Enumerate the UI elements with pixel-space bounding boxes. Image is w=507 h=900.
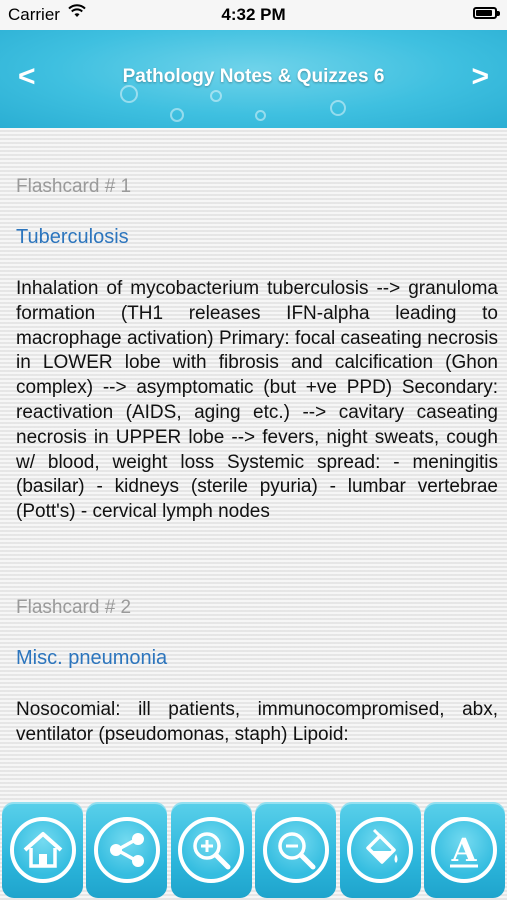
clock: 4:32 PM <box>221 5 286 24</box>
battery-fill <box>476 10 492 16</box>
flashcard-title: Misc. pneumonia <box>16 646 168 669</box>
battery-icon <box>473 7 500 19</box>
zoom-out-button[interactable] <box>255 802 337 898</box>
zoom-out-icon <box>262 817 329 883</box>
page-title: Pathology Notes & Quizzes 6 <box>122 66 385 87</box>
paint-bucket-icon <box>347 817 414 883</box>
share-button[interactable] <box>86 802 168 898</box>
share-icon <box>93 817 160 883</box>
flashcard-number: Flashcard # 1 <box>16 176 132 197</box>
decor-bubble <box>255 110 266 121</box>
theme-color-button[interactable] <box>339 802 421 898</box>
flashcard: Flashcard # 2 Misc. pneumonia Nosocomial… <box>16 597 498 748</box>
zoom-in-icon <box>178 817 245 883</box>
flashcard-body: Nosocomial: ill patients, immunocompromi… <box>16 698 498 745</box>
nav-header: < Pathology Notes & Quizzes 6 > <box>0 30 507 128</box>
status-bar: Carrier 4:32 PM <box>0 0 507 30</box>
flashcard-title: Tuberculosis <box>16 226 129 248</box>
flashcard-list[interactable]: Flashcard # 1 Tuberculosis Inhalation of… <box>16 176 498 798</box>
font-icon: A <box>431 817 498 883</box>
decor-bubble <box>210 90 222 102</box>
flashcard: Flashcard # 1 Tuberculosis Inhalation of… <box>16 176 498 525</box>
decor-bubble <box>170 108 184 122</box>
forward-button[interactable]: > <box>471 60 489 94</box>
bottom-toolbar: A <box>0 798 507 900</box>
decor-bubble <box>330 100 346 116</box>
flashcard-number: Flashcard # 2 <box>16 596 132 618</box>
font-button[interactable]: A <box>423 802 505 898</box>
home-button[interactable] <box>2 802 83 898</box>
flashcard-body: Inhalation of mycobacterium tuberculosis… <box>16 278 498 523</box>
home-icon <box>9 817 76 883</box>
font-letter: A <box>451 831 478 869</box>
back-button[interactable]: < <box>18 60 36 94</box>
zoom-in-button[interactable] <box>170 802 252 898</box>
